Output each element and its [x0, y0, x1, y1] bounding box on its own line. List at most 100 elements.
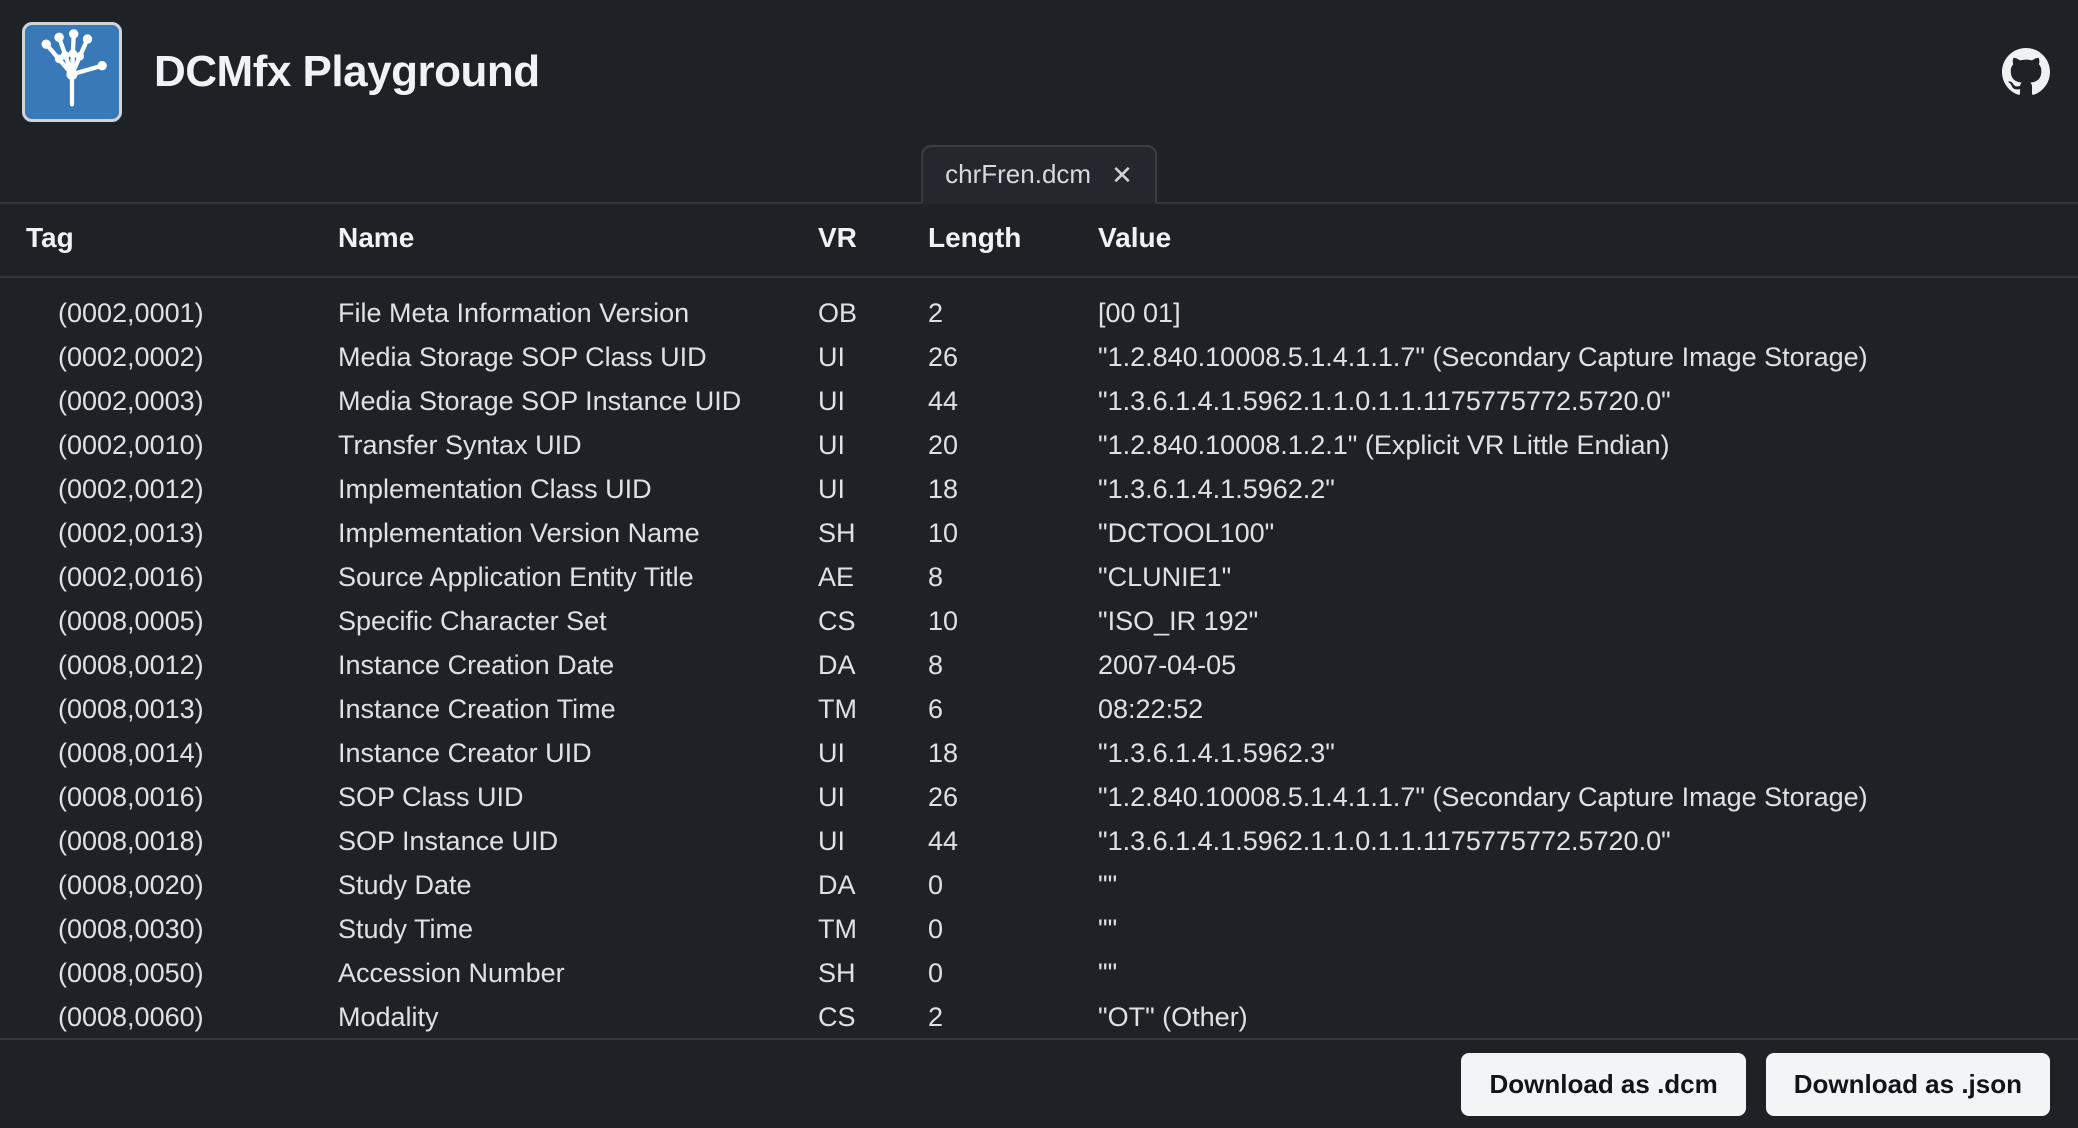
cell-value: "CLUNIE1"	[1090, 556, 2078, 600]
dicom-table: Tag Name VR Length Value (0002,0001)File…	[0, 204, 2078, 1072]
table-row[interactable]: (0008,0014)Instance Creator UIDUI18"1.3.…	[0, 732, 2078, 776]
cell-name: Instance Creator UID	[330, 732, 810, 776]
cell-vr: UI	[810, 336, 920, 380]
cell-length: 26	[920, 776, 1090, 820]
download-dcm-button[interactable]: Download as .dcm	[1461, 1053, 1745, 1116]
data-table-wrap: Tag Name VR Length Value (0002,0001)File…	[0, 204, 2078, 1072]
cell-vr: UI	[810, 732, 920, 776]
cell-name: Accession Number	[330, 952, 810, 996]
cell-vr: SH	[810, 952, 920, 996]
col-name: Name	[330, 204, 810, 277]
table-header-row: Tag Name VR Length Value	[0, 204, 2078, 277]
cell-vr: UI	[810, 424, 920, 468]
cell-name: Instance Creation Date	[330, 644, 810, 688]
cell-value: "ISO_IR 192"	[1090, 600, 2078, 644]
table-row[interactable]: (0002,0001)File Meta Information Version…	[0, 277, 2078, 336]
github-link[interactable]	[2002, 48, 2050, 96]
table-row[interactable]: (0008,0018)SOP Instance UIDUI44"1.3.6.1.…	[0, 820, 2078, 864]
cell-name: Implementation Version Name	[330, 512, 810, 556]
col-value: Value	[1090, 204, 2078, 277]
cell-length: 8	[920, 556, 1090, 600]
cell-name: Instance Creation Time	[330, 688, 810, 732]
footer: Download as .dcm Download as .json	[0, 1038, 2078, 1128]
cell-vr: CS	[810, 600, 920, 644]
header: DCMfx Playground	[0, 0, 2078, 144]
download-json-button[interactable]: Download as .json	[1766, 1053, 2050, 1116]
cell-value: 08:22:52	[1090, 688, 2078, 732]
cell-value: ""	[1090, 908, 2078, 952]
file-tab-label: chrFren.dcm	[945, 159, 1091, 190]
cell-length: 2	[920, 277, 1090, 336]
cell-value: "1.2.840.10008.5.1.4.1.1.7" (Secondary C…	[1090, 336, 2078, 380]
app-logo	[22, 22, 122, 122]
cell-tag: (0002,0003)	[0, 380, 330, 424]
table-row[interactable]: (0008,0050)Accession NumberSH0""	[0, 952, 2078, 996]
cell-vr: DA	[810, 644, 920, 688]
cell-vr: UI	[810, 468, 920, 512]
cell-name: SOP Instance UID	[330, 820, 810, 864]
cell-vr: UI	[810, 776, 920, 820]
cell-length: 8	[920, 644, 1090, 688]
cell-value: "1.3.6.1.4.1.5962.3"	[1090, 732, 2078, 776]
cell-tag: (0008,0030)	[0, 908, 330, 952]
cell-value: "1.3.6.1.4.1.5962.1.1.0.1.1.1175775772.5…	[1090, 820, 2078, 864]
cell-length: 44	[920, 380, 1090, 424]
cell-tag: (0002,0012)	[0, 468, 330, 512]
table-row[interactable]: (0002,0012)Implementation Class UIDUI18"…	[0, 468, 2078, 512]
cell-length: 44	[920, 820, 1090, 864]
cell-tag: (0008,0018)	[0, 820, 330, 864]
cell-length: 20	[920, 424, 1090, 468]
cell-name: Transfer Syntax UID	[330, 424, 810, 468]
cell-length: 18	[920, 468, 1090, 512]
cell-tag: (0008,0014)	[0, 732, 330, 776]
cell-length: 10	[920, 600, 1090, 644]
tab-bar: chrFren.dcm ✕	[0, 150, 2078, 204]
cell-name: Source Application Entity Title	[330, 556, 810, 600]
cell-vr: UI	[810, 380, 920, 424]
cell-tag: (0002,0010)	[0, 424, 330, 468]
cell-vr: AE	[810, 556, 920, 600]
table-row[interactable]: (0002,0010)Transfer Syntax UIDUI20"1.2.8…	[0, 424, 2078, 468]
cell-tag: (0002,0016)	[0, 556, 330, 600]
table-row[interactable]: (0002,0016)Source Application Entity Tit…	[0, 556, 2078, 600]
col-vr: VR	[810, 204, 920, 277]
cell-length: 0	[920, 864, 1090, 908]
table-row[interactable]: (0008,0030)Study TimeTM0""	[0, 908, 2078, 952]
close-icon[interactable]: ✕	[1111, 162, 1133, 188]
cell-value: "DCTOOL100"	[1090, 512, 2078, 556]
table-row[interactable]: (0002,0013)Implementation Version NameSH…	[0, 512, 2078, 556]
cell-tag: (0008,0060)	[0, 996, 330, 1040]
cell-tag: (0008,0016)	[0, 776, 330, 820]
cell-value: "1.3.6.1.4.1.5962.1.1.0.1.1.1175775772.5…	[1090, 380, 2078, 424]
cell-length: 0	[920, 908, 1090, 952]
cell-name: Media Storage SOP Class UID	[330, 336, 810, 380]
cell-vr: CS	[810, 996, 920, 1040]
cell-vr: TM	[810, 908, 920, 952]
cell-tag: (0008,0020)	[0, 864, 330, 908]
table-row[interactable]: (0008,0012)Instance Creation DateDA82007…	[0, 644, 2078, 688]
file-tab[interactable]: chrFren.dcm ✕	[921, 145, 1157, 204]
cell-value: "1.3.6.1.4.1.5962.2"	[1090, 468, 2078, 512]
table-row[interactable]: (0002,0003)Media Storage SOP Instance UI…	[0, 380, 2078, 424]
table-row[interactable]: (0008,0020)Study DateDA0""	[0, 864, 2078, 908]
cell-name: Study Date	[330, 864, 810, 908]
col-length: Length	[920, 204, 1090, 277]
table-row[interactable]: (0008,0016)SOP Class UIDUI26"1.2.840.100…	[0, 776, 2078, 820]
cell-value: ""	[1090, 952, 2078, 996]
cell-vr: DA	[810, 864, 920, 908]
cell-length: 26	[920, 336, 1090, 380]
cell-vr: TM	[810, 688, 920, 732]
cell-name: Modality	[330, 996, 810, 1040]
table-row[interactable]: (0008,0013)Instance Creation TimeTM608:2…	[0, 688, 2078, 732]
cell-length: 18	[920, 732, 1090, 776]
app-title: DCMfx Playground	[154, 47, 540, 97]
cell-name: SOP Class UID	[330, 776, 810, 820]
table-row[interactable]: (0008,0060)ModalityCS2"OT" (Other)	[0, 996, 2078, 1040]
cell-vr: UI	[810, 820, 920, 864]
cell-value: "OT" (Other)	[1090, 996, 2078, 1040]
cell-vr: OB	[810, 277, 920, 336]
cell-tag: (0008,0005)	[0, 600, 330, 644]
cell-length: 10	[920, 512, 1090, 556]
table-row[interactable]: (0008,0005)Specific Character SetCS10"IS…	[0, 600, 2078, 644]
table-row[interactable]: (0002,0002)Media Storage SOP Class UIDUI…	[0, 336, 2078, 380]
